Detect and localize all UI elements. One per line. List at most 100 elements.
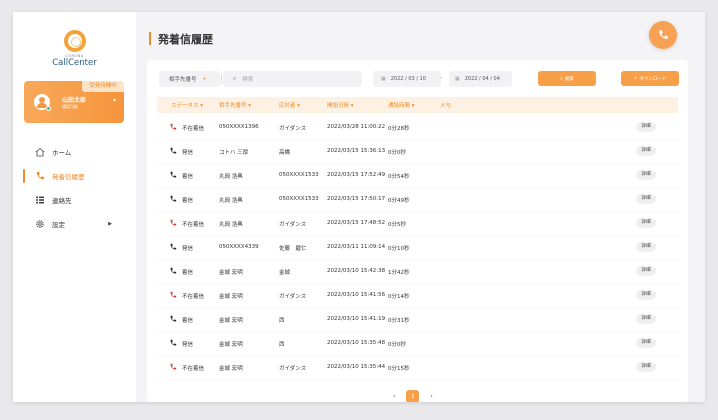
search-button-label: 検索: [564, 76, 574, 82]
detail-button[interactable]: 詳細: [636, 218, 656, 228]
call-out-icon: [169, 339, 177, 349]
table-row[interactable]: 発信 コトハ 三厚 高橋 2022/03/15 15:36:13 0分0秒 詳細: [157, 140, 678, 164]
phone-icon: [659, 30, 668, 39]
gear-icon: [35, 219, 45, 229]
page-1-button[interactable]: 1: [406, 390, 420, 402]
call-missed-icon: [169, 123, 177, 133]
table-row[interactable]: 着信 金城 宏明 金城 2022/03/10 15:42:38 1分42秒 詳細: [157, 260, 678, 284]
table-row[interactable]: 不在着信 金城 宏明 ガイダンス 2022/03/10 15:35:44 0分15秒 詳細: [157, 356, 678, 380]
call-out-icon: [169, 243, 177, 253]
table-row[interactable]: 着信 丸岡 浩典 050XXXX1533 2022/03/15 17:52:49 0分5…: [157, 164, 678, 188]
status-badge: 受発待機中: [82, 81, 124, 92]
row-agent: ガイダンス: [279, 366, 307, 372]
user-name: 山田太郎: [62, 97, 87, 104]
detail-button[interactable]: 詳細: [636, 266, 656, 276]
download-button[interactable]: ↓ ダウンロード: [621, 71, 679, 86]
row-number: 金城 宏明: [219, 318, 243, 324]
header-agent[interactable]: 応対者 ▾: [279, 101, 300, 109]
prev-page-button[interactable]: ‹: [393, 393, 395, 400]
row-number: 金城 宏明: [219, 366, 243, 372]
row-status: 不在着信: [182, 366, 205, 372]
row-agent: 西: [279, 342, 285, 348]
search-type-value: 相手先番号: [169, 77, 197, 83]
search-placeholder: 検索: [242, 77, 254, 83]
sidebar-item-contacts[interactable]: 連絡先: [13, 188, 136, 212]
row-start: 2022/03/10 15:35:48: [327, 340, 386, 346]
row-duration: 0分28秒: [388, 126, 410, 132]
detail-button[interactable]: 詳細: [636, 242, 656, 252]
date-to-field[interactable]: ▦ 2022 / 04 / 04: [449, 71, 512, 87]
call-in-icon: [169, 315, 177, 325]
row-duration: 0分5秒: [388, 222, 406, 228]
sidebar-item-home[interactable]: ホーム: [13, 140, 136, 164]
row-agent: 佐藤 碧仁: [279, 246, 307, 252]
brand-logo: CORONA CallCenter: [13, 30, 136, 68]
user-card[interactable]: 受発待機中 山田太郎 通話可能 ▾: [24, 81, 124, 123]
row-status: 着信: [182, 198, 194, 204]
header-status[interactable]: ステータス ▾: [171, 101, 203, 109]
search-input[interactable]: ⌕ 検索: [223, 71, 362, 87]
row-status: 発信: [182, 150, 194, 156]
download-icon: ↓: [633, 76, 638, 81]
title-accent: [149, 32, 151, 45]
pagination: ‹ 1 ›: [393, 390, 433, 402]
search-icon: ⌕: [560, 76, 563, 82]
detail-button[interactable]: 詳細: [636, 122, 656, 132]
table-row[interactable]: 着信 丸岡 浩典 050XXXX1533 2022/03/15 17:50:17 0分4…: [157, 188, 678, 212]
detail-button[interactable]: 詳細: [636, 314, 656, 324]
chevron-down-icon[interactable]: ▾: [113, 97, 116, 104]
row-number: 丸岡 浩典: [219, 174, 243, 180]
table-row[interactable]: 不在着信 050XXXX1396 ガイダンス 2022/03/28 11:00:22 0…: [157, 116, 678, 140]
detail-button[interactable]: 詳細: [636, 146, 656, 156]
sidebar-item-label: ホーム: [52, 149, 72, 157]
row-agent: ガイダンス: [279, 222, 307, 228]
detail-button[interactable]: 詳細: [636, 362, 656, 372]
table-row[interactable]: 発信 050XXXX4339 佐藤 碧仁 2022/03/11 11:09:14 0分1…: [157, 236, 678, 260]
detail-button[interactable]: 詳細: [636, 194, 656, 204]
row-agent: 高橋: [279, 150, 291, 156]
sidebar-item-label: 連絡先: [52, 197, 72, 205]
header-number[interactable]: 相手先番号 ▾: [219, 101, 251, 109]
row-status: 着信: [182, 174, 194, 180]
row-start: 2022/03/11 11:09:14: [327, 244, 386, 250]
history-card: 相手先番号 ▾ ⌕ 検索 ▦ 2022 / 03 / 10 - ▦ 2022 /…: [147, 60, 688, 402]
row-agent: 050XXXX1533: [279, 172, 319, 178]
row-agent: 050XXXX1533: [279, 196, 319, 202]
header-duration[interactable]: 通話時間 ▾: [388, 101, 415, 109]
detail-button[interactable]: 詳細: [636, 170, 656, 180]
header-label: 応対者: [279, 103, 296, 109]
table-row[interactable]: 着信 金城 宏明 西 2022/03/10 15:41:19 0分31秒 詳細: [157, 308, 678, 332]
row-agent: ガイダンス: [279, 294, 307, 300]
table-row[interactable]: 不在着信 丸岡 浩典 ガイダンス 2022/03/15 17:48:52 0分5秒 詳細: [157, 212, 678, 236]
date-from-field[interactable]: ▦ 2022 / 03 / 10: [373, 71, 441, 87]
detail-button[interactable]: 詳細: [636, 290, 656, 300]
chevron-right-icon: ▶: [108, 221, 112, 227]
date-from-value: 2022 / 03 / 10: [390, 76, 426, 82]
sidebar-item-settings[interactable]: 設定 ▶: [13, 212, 136, 236]
search-type-select[interactable]: 相手先番号 ▾: [159, 71, 220, 87]
row-duration: 0分15秒: [388, 366, 410, 372]
sidebar-item-history[interactable]: 発着信履歴: [13, 164, 136, 188]
chevron-down-icon: ▾: [203, 76, 206, 82]
next-page-button[interactable]: ›: [430, 393, 432, 400]
header-memo: メモ: [440, 103, 452, 109]
row-agent: ガイダンス: [279, 126, 307, 132]
phone-icon: [35, 171, 45, 181]
date-separator: -: [440, 75, 442, 81]
header-label: ステータス: [171, 103, 199, 109]
call-missed-icon: [169, 291, 177, 301]
search-button[interactable]: ⌕ 検索: [538, 71, 596, 86]
call-missed-icon: [169, 219, 177, 229]
table-row[interactable]: 不在着信 金城 宏明 ガイダンス 2022/03/10 15:41:56 0分14秒 詳細: [157, 284, 678, 308]
row-number: コトハ 三厚: [219, 150, 249, 156]
row-number: 丸岡 浩典: [219, 222, 243, 228]
row-start: 2022/03/15 15:36:13: [327, 148, 386, 154]
table-row[interactable]: 発信 金城 宏明 西 2022/03/10 15:35:48 0分0秒 詳細: [157, 332, 678, 356]
call-fab-button[interactable]: [649, 21, 677, 49]
header-start[interactable]: 開始日時 ▾: [327, 101, 354, 109]
brand-name: CallCenter: [52, 58, 97, 68]
row-start: 2022/03/15 17:52:49: [327, 172, 386, 178]
call-in-icon: [169, 171, 177, 181]
detail-button[interactable]: 詳細: [636, 338, 656, 348]
call-out-icon: [169, 147, 177, 157]
